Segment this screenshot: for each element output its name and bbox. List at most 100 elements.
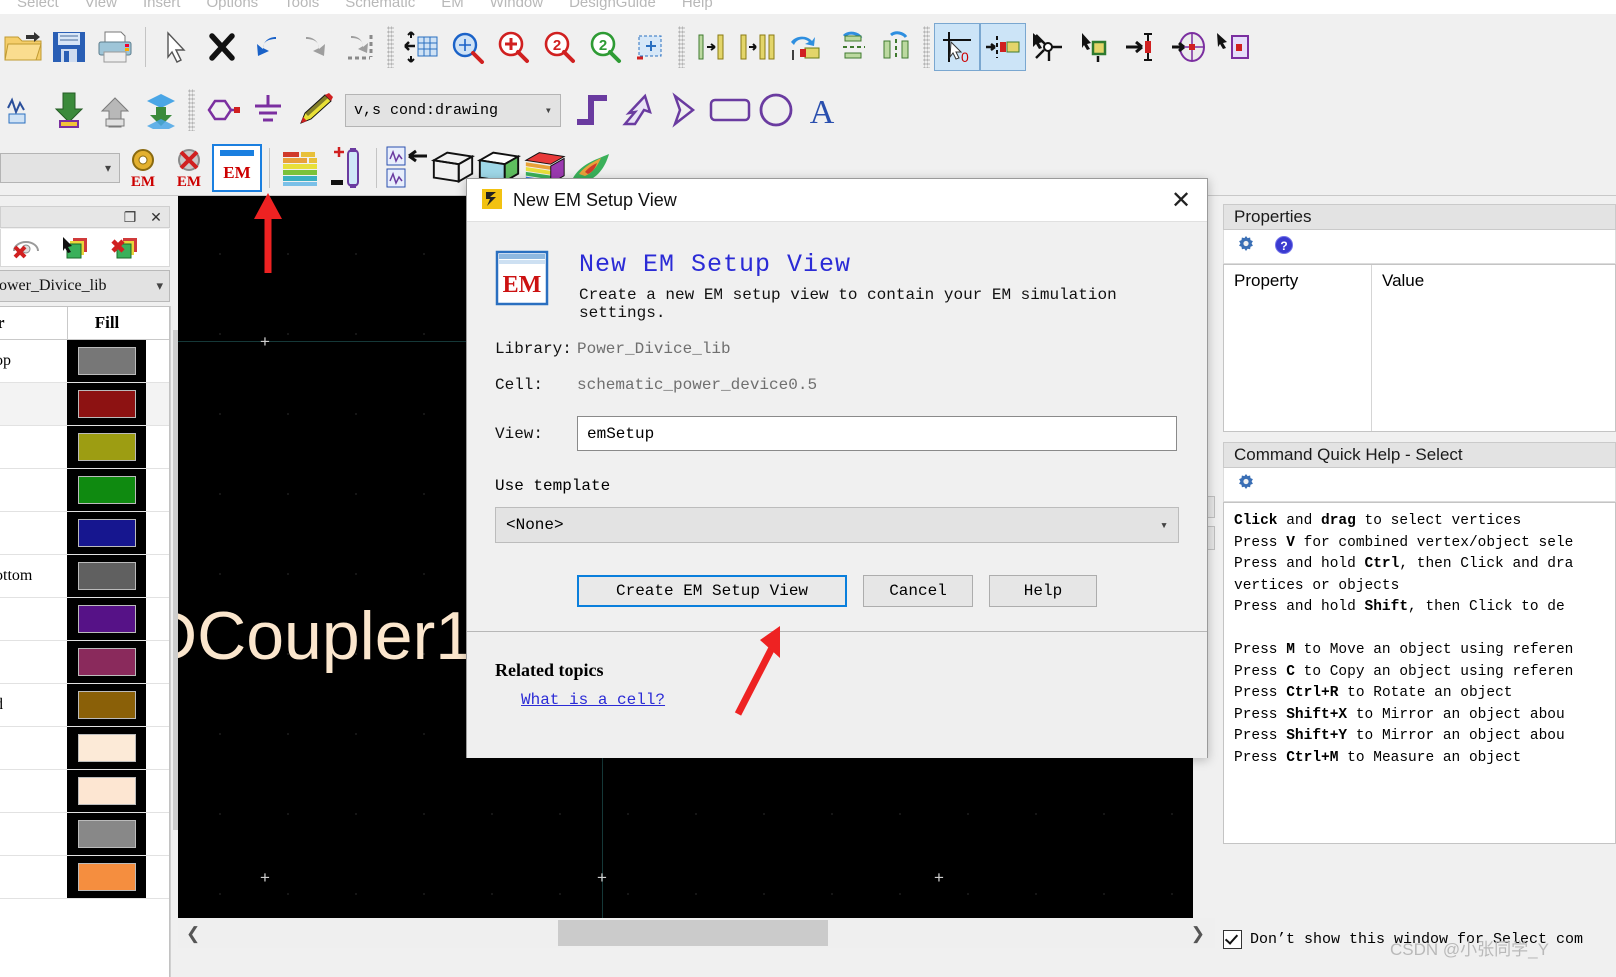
table-row[interactable] <box>0 727 169 770</box>
menu-item-view[interactable]: View <box>72 0 130 11</box>
template-select[interactable]: <None> ▾ <box>495 507 1179 543</box>
menu-item-tools[interactable]: Tools <box>271 0 332 11</box>
layer-select[interactable]: v,s cond:drawing ▾ <box>345 93 561 127</box>
library-select[interactable]: ower_Divice_lib ▾ <box>0 270 170 302</box>
toolbar-grip-3[interactable] <box>923 26 930 68</box>
insert-component-button[interactable] <box>199 86 245 134</box>
insert-port-button[interactable] <box>980 23 1026 71</box>
snap-to-edge-button[interactable] <box>1072 23 1118 71</box>
insert-arrow-up-button[interactable] <box>615 86 661 134</box>
menu-item-em[interactable]: EM <box>428 0 477 11</box>
waveform-button[interactable] <box>0 86 46 134</box>
table-row[interactable] <box>0 383 169 426</box>
layer-fill-cell[interactable] <box>67 383 146 425</box>
delete-button[interactable] <box>199 23 245 71</box>
layer-fill-cell[interactable] <box>67 512 146 554</box>
table-row[interactable] <box>0 770 169 813</box>
snap-to-grid-button[interactable] <box>1210 23 1256 71</box>
menu-item-designguide[interactable]: DesignGuide <box>556 0 669 11</box>
menu-item-select[interactable]: Select <box>4 0 72 11</box>
insert-text-button[interactable]: A <box>799 86 845 134</box>
menu-item-window[interactable]: Window <box>477 0 556 11</box>
table-row[interactable] <box>0 813 169 856</box>
zoom-area-button[interactable] <box>444 23 490 71</box>
toolbar-grip[interactable] <box>387 26 394 68</box>
em-setup-select[interactable]: ▾ <box>0 152 120 183</box>
scroll-up-icon[interactable]: ▲ <box>171 306 178 328</box>
table-row[interactable] <box>0 641 169 684</box>
dont-show-checkbox[interactable] <box>1223 929 1242 949</box>
snap-to-center-button[interactable] <box>1164 23 1210 71</box>
zoom-half-button[interactable]: 2 <box>582 23 628 71</box>
table-row[interactable] <box>0 469 169 512</box>
insert-circle-button[interactable] <box>753 86 799 134</box>
table-row[interactable] <box>0 426 169 469</box>
help-button[interactable]: Help <box>989 575 1097 607</box>
em-delete-setup-button[interactable]: EM <box>166 144 212 192</box>
print-button[interactable] <box>92 23 138 71</box>
snap-to-midpoint-button[interactable] <box>1118 23 1164 71</box>
menu-item-help[interactable]: Help <box>669 0 726 11</box>
push-into-hierarchy-button[interactable] <box>46 86 92 134</box>
layer-fill-cell[interactable] <box>67 684 146 726</box>
port-editor-button[interactable] <box>323 144 369 192</box>
table-row[interactable]: ottom <box>0 555 169 598</box>
close-icon[interactable]: ✕ <box>1155 179 1207 221</box>
snap-to-vertex-button[interactable] <box>1026 23 1072 71</box>
table-row[interactable]: d <box>0 684 169 727</box>
deselect-layer-icon[interactable] <box>101 231 151 265</box>
menu-item-insert[interactable]: Insert <box>130 0 194 11</box>
new-em-setup-view-button[interactable]: EM <box>212 143 262 192</box>
table-row[interactable] <box>0 598 169 641</box>
select-arrow-button[interactable] <box>153 23 199 71</box>
undo-button[interactable] <box>245 23 291 71</box>
table-row[interactable] <box>0 856 169 899</box>
push-into-layout-button[interactable] <box>138 86 184 134</box>
create-em-setup-view-button[interactable]: Create EM Setup View <box>577 575 847 607</box>
em-simulation-settings-button[interactable]: EM <box>120 144 166 192</box>
canvas-horizontal-scrollbar[interactable]: ❮ ❯ <box>178 918 1215 948</box>
insert-rectangle-button[interactable] <box>707 86 753 134</box>
layer-fill-cell[interactable] <box>67 727 146 769</box>
layer-fill-cell[interactable] <box>67 598 146 640</box>
close-icon[interactable]: ✕ <box>143 207 169 227</box>
menu-item-options[interactable]: Options <box>193 0 271 11</box>
align-left-button[interactable] <box>689 23 735 71</box>
help-icon[interactable]: ? <box>1274 235 1294 258</box>
layer-fill-cell[interactable] <box>67 469 146 511</box>
layer-fill-cell[interactable] <box>67 426 146 468</box>
edit-pencil-button[interactable] <box>291 86 337 134</box>
layer-fill-cell[interactable] <box>67 340 146 382</box>
rotate-object-button[interactable] <box>781 23 827 71</box>
open-folder-button[interactable] <box>0 23 46 71</box>
toolbar-grip-4[interactable] <box>188 89 195 131</box>
properties-table[interactable]: Property Value <box>1223 264 1616 432</box>
chevron-right-icon[interactable]: ❯ <box>1191 924 1205 944</box>
insert-ground-button[interactable] <box>245 86 291 134</box>
new-em-setup-view-dialog[interactable]: New EM Setup View ✕ EM New EM Setup View… <box>466 178 1208 758</box>
zoom-previous-button[interactable] <box>628 23 674 71</box>
save-button[interactable] <box>46 23 92 71</box>
layer-fill-cell[interactable] <box>67 856 146 898</box>
distribute-horizontal-button[interactable] <box>873 23 919 71</box>
toolbar-grip-2[interactable] <box>678 26 685 68</box>
select-layer-icon[interactable] <box>51 231 101 265</box>
substrate-editor-button[interactable] <box>277 144 323 192</box>
zoom-in-button[interactable] <box>490 23 536 71</box>
view-input[interactable]: emSetup <box>577 416 1177 451</box>
em-cosim-button[interactable] <box>384 144 430 192</box>
menu-item-schematic[interactable]: Schematic <box>332 0 428 11</box>
layer-fill-cell[interactable] <box>67 555 146 597</box>
insert-pin-button[interactable]: 0 <box>934 23 980 71</box>
cancel-button[interactable]: Cancel <box>863 575 973 607</box>
pop-out-hierarchy-button[interactable] <box>92 86 138 134</box>
layer-fill-cell[interactable] <box>67 641 146 683</box>
hide-all-layers-icon[interactable] <box>1 231 51 265</box>
gear-icon[interactable] <box>1236 235 1256 258</box>
zoom-fit-button[interactable] <box>398 23 444 71</box>
layer-fill-cell[interactable] <box>67 813 146 855</box>
table-row[interactable] <box>0 512 169 555</box>
align-multiple-button[interactable] <box>735 23 781 71</box>
table-row[interactable]: op <box>0 340 169 383</box>
restore-icon[interactable]: ❐ <box>117 207 143 227</box>
